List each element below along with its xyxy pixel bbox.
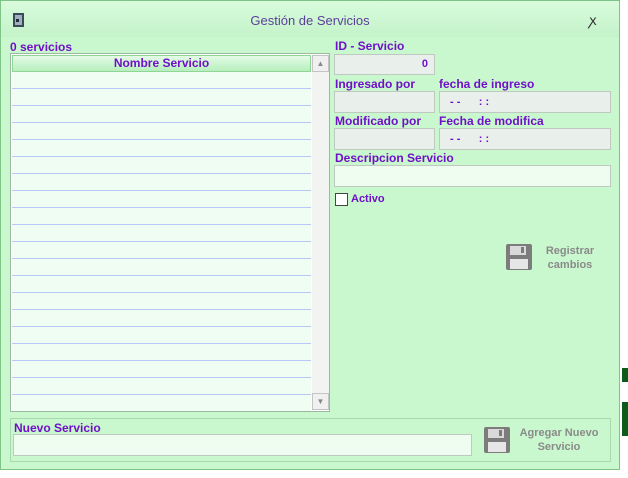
activo-label: Activo [351,193,385,205]
title-bar: Gestión de Servicios ꭗ [1,1,619,37]
registrar-label-line2: cambios [547,259,593,271]
fecha-modifica-field[interactable]: - - : : [439,128,611,150]
id-servicio-field[interactable]: 0 [334,54,435,75]
list-row[interactable] [12,361,311,378]
floppy-disk-icon [484,427,510,453]
close-button[interactable]: ꭗ [584,11,602,29]
agregar-label-line1: Agregar Nuevo [519,427,599,439]
ingresado-por-label: Ingresado por [335,77,416,91]
nuevo-servicio-panel: Nuevo Servicio Agregar Nuevo Servicio [10,418,611,462]
list-row[interactable] [12,276,311,293]
list-row[interactable] [12,344,311,361]
nuevo-servicio-input[interactable] [13,434,472,456]
services-list[interactable]: Nombre Servicio ▲ ▼ [10,53,330,412]
ingresado-por-field[interactable] [334,91,435,113]
list-row[interactable] [12,327,311,344]
fecha-ingreso-field[interactable]: - - : : [439,91,611,113]
service-count-label: 0 servicios [10,40,73,54]
list-row[interactable] [12,395,311,411]
list-row[interactable] [12,293,311,310]
descripcion-servicio-input[interactable] [334,165,611,187]
background-window-edge [622,368,628,382]
list-row[interactable] [12,310,311,327]
list-row[interactable] [12,208,311,225]
list-rows [12,72,311,411]
list-scrollbar[interactable]: ▲ ▼ [312,55,329,410]
scroll-down-button[interactable]: ▼ [312,393,329,410]
list-row[interactable] [12,89,311,106]
registrar-label-line1: Registrar [545,245,595,257]
list-row[interactable] [12,191,311,208]
floppy-disk-icon [506,244,532,270]
list-row[interactable] [12,378,311,395]
nuevo-servicio-label: Nuevo Servicio [14,421,101,435]
list-row[interactable] [12,174,311,191]
window-title: Gestión de Servicios [250,13,370,28]
background-window-edge [622,402,628,436]
id-servicio-label: ID - Servicio [335,39,405,53]
activo-checkbox[interactable] [335,193,348,206]
list-row[interactable] [12,72,311,89]
list-row[interactable] [12,225,311,242]
agregar-label-line2: Servicio [537,441,581,453]
descripcion-servicio-label: Descripcion Servicio [335,151,454,165]
modificado-por-label: Modificado por [335,114,421,128]
list-row[interactable] [12,157,311,174]
registrar-cambios-button[interactable]: Registrar cambios [505,241,605,275]
modificado-por-field[interactable] [334,128,435,150]
column-header-nombre-servicio[interactable]: Nombre Servicio [12,55,311,72]
list-row[interactable] [12,123,311,140]
list-row[interactable] [12,242,311,259]
agregar-nuevo-servicio-button[interactable]: Agregar Nuevo Servicio [483,424,605,458]
scroll-up-button[interactable]: ▲ [312,55,329,72]
fecha-ingreso-label: fecha de ingreso [439,77,535,91]
list-row[interactable] [12,106,311,123]
gestion-servicios-window: Gestión de Servicios ꭗ 0 servicios Nombr… [0,0,620,470]
list-row[interactable] [12,259,311,276]
list-row[interactable] [12,140,311,157]
fecha-modifica-label: Fecha de modifica [439,114,544,128]
